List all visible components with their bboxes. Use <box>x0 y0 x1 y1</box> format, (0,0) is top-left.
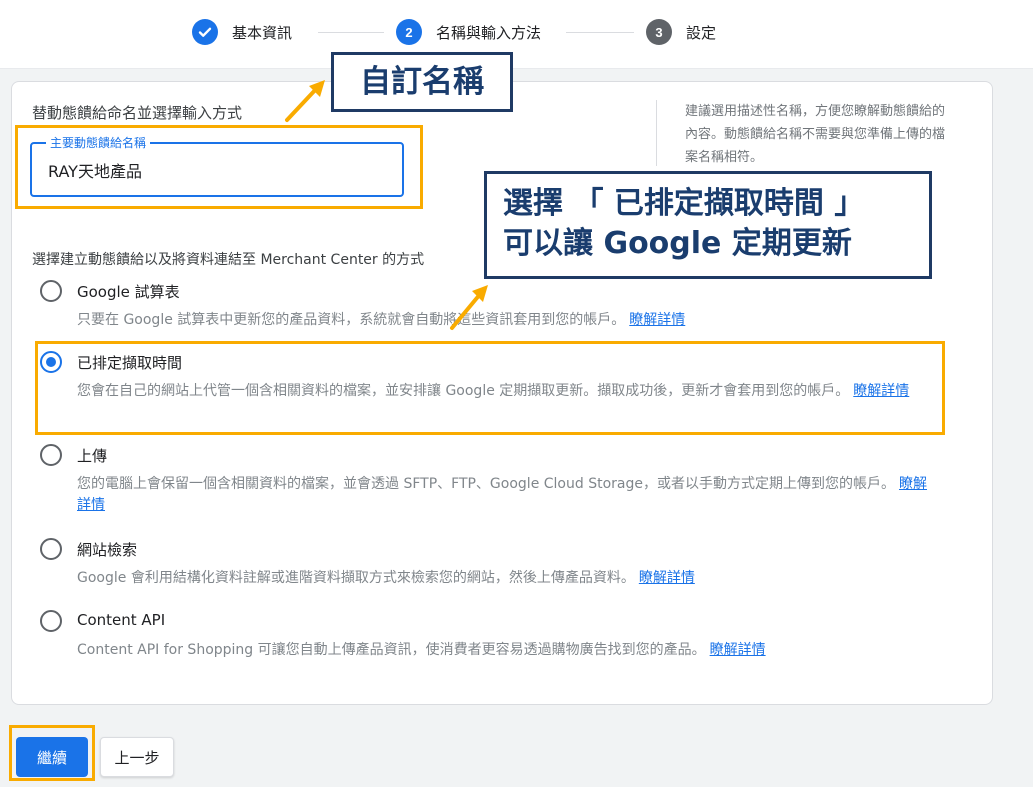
callout-text: 自訂名稱 <box>360 64 484 100</box>
callout-line: 選擇 「 已排定擷取時間 」 <box>503 186 865 221</box>
callout-scheduled-fetch: 選擇 「 已排定擷取時間 」 可以讓 Google 定期更新 <box>484 171 932 279</box>
callout-line: 可以讓 Google 定期更新 <box>503 226 852 261</box>
annotation-arrows <box>285 80 488 330</box>
callout-custom-name: 自訂名稱 <box>331 52 513 112</box>
